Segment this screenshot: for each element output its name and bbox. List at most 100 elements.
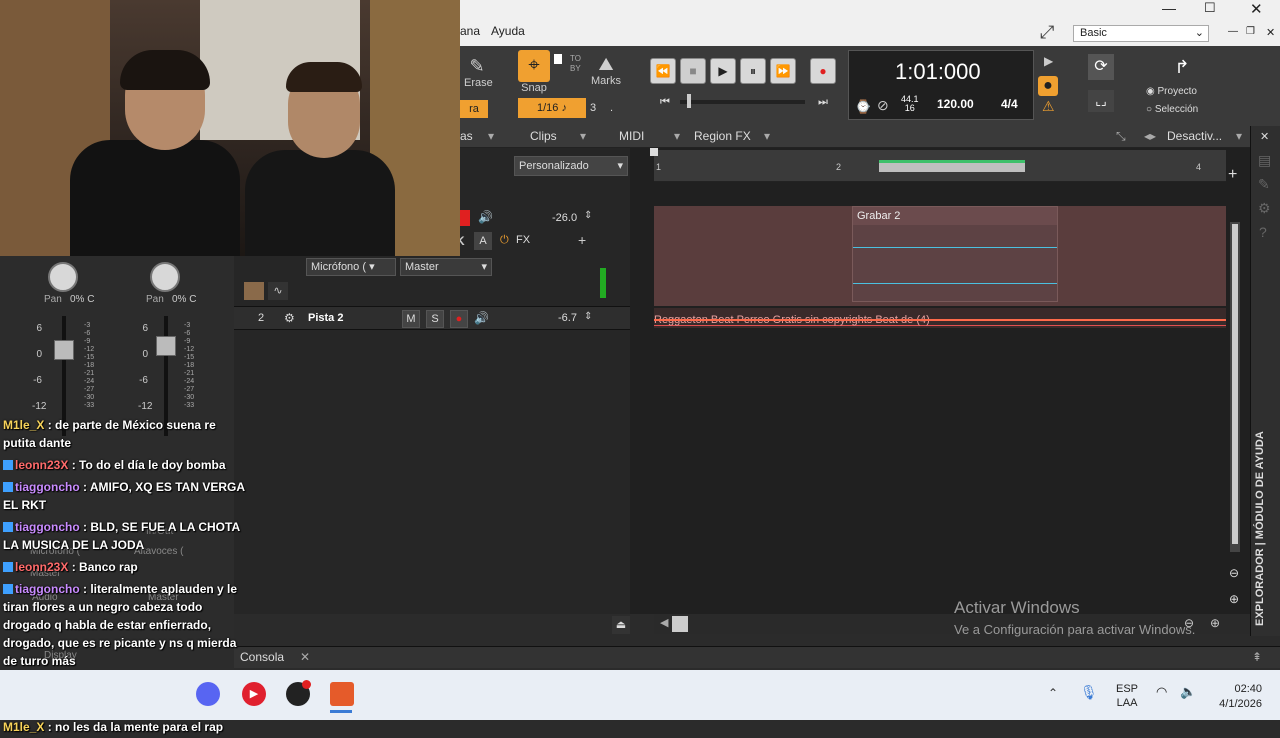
loop-select[interactable]: ra	[460, 100, 488, 118]
daw-app-icon[interactable]	[330, 682, 354, 706]
erase-tool[interactable]: ✎ Erase	[464, 56, 493, 89]
scrollbar-thumb[interactable]	[672, 616, 688, 632]
recording-clip[interactable]: Grabar 2	[852, 206, 1058, 302]
doc-restore-icon[interactable]: ❐	[1246, 26, 1255, 37]
settings-icon[interactable]: ⚙	[1258, 200, 1271, 217]
zoom-in-icon[interactable]: ⊕	[1210, 616, 1220, 630]
loop-region[interactable]	[879, 160, 1025, 172]
play-button[interactable]: ▶	[710, 58, 736, 84]
zoom-in-icon[interactable]: ⊕	[1229, 592, 1239, 606]
split-icon[interactable]: ◂▸	[1144, 129, 1156, 143]
snap-toggle[interactable]	[554, 54, 562, 64]
pan-knob[interactable]	[48, 262, 78, 292]
timeline-ruler[interactable]: 1 2 3 4	[650, 148, 1226, 182]
maximize-icon[interactable]: ☐	[1204, 0, 1216, 16]
snap-grid-icon[interactable]: ⤡	[1116, 129, 1126, 144]
power-icon[interactable]: ⏻	[500, 234, 509, 247]
rewind-button[interactable]: ⏪	[650, 58, 676, 84]
add-fx-icon[interactable]: +	[578, 232, 586, 248]
scroll-left-icon[interactable]: ◀	[660, 616, 668, 629]
minimize-icon[interactable]: —	[1162, 0, 1176, 16]
close-icon[interactable]: ✕	[300, 650, 310, 664]
browser-icon[interactable]: ▤	[1258, 152, 1271, 169]
doc-close-icon[interactable]: ✕	[1266, 26, 1275, 39]
scroll-up-icon[interactable]: ⏏	[612, 616, 630, 634]
metronome-icon[interactable]: ⚠	[1042, 98, 1055, 115]
export-icon[interactable]: ↱	[1160, 54, 1204, 80]
snap-value-select[interactable]: 1/16 ♪	[518, 98, 586, 118]
speaker-icon[interactable]: 🔊	[474, 311, 489, 325]
track2-name[interactable]: Pista 2	[308, 312, 343, 324]
marks-tool[interactable]: ⛰ Marks	[590, 54, 622, 87]
punch-icon[interactable]: ⌞⌟	[1088, 90, 1114, 112]
solo-button[interactable]: S	[426, 310, 444, 328]
tab-desactivar[interactable]: Desactiv...	[1167, 129, 1222, 143]
go-end-icon[interactable]: ⏭	[818, 96, 828, 109]
audio-clip[interactable]: Reggaeton Beat Perreo Gratis sin copyrig…	[654, 310, 1226, 326]
pause-button[interactable]: ⏸	[740, 58, 766, 84]
track-settings-icon[interactable]: ⚙	[284, 311, 295, 325]
track-row[interactable]: 2 ⚙ Pista 2 M S ● 🔊 -6.7 ⇕	[234, 306, 630, 330]
track1-output-select[interactable]: Master ▾	[400, 258, 492, 276]
scrollbar-thumb[interactable]	[1232, 224, 1238, 544]
clip-view-icon[interactable]	[244, 282, 264, 300]
microphone-icon[interactable]: 🎙	[1080, 684, 1098, 701]
automation-icon[interactable]: ∿	[268, 282, 288, 300]
volume-fader[interactable]	[54, 340, 74, 360]
expand-icon[interactable]: ⤢	[1040, 22, 1054, 43]
expand-up-icon[interactable]: ⇞	[1252, 650, 1262, 664]
volume-icon[interactable]: 🔈	[1180, 684, 1196, 700]
time-signature[interactable]: 4/4	[1001, 97, 1018, 111]
language-indicator[interactable]: ESP LAA	[1116, 682, 1138, 710]
youtube-music-icon[interactable]: ▶	[242, 682, 266, 706]
automation-read-button[interactable]: A	[474, 232, 492, 250]
menu-item-ayuda[interactable]: Ayuda	[491, 24, 525, 38]
fx-label[interactable]: FX	[516, 234, 530, 246]
track2-volume[interactable]: -6.7	[558, 312, 577, 324]
track1-volume[interactable]: -26.0	[552, 212, 577, 224]
loop-icon[interactable]: ⟳	[1088, 54, 1114, 80]
selection-radio[interactable]: ○ Selección	[1146, 104, 1198, 115]
close-icon[interactable]: ✕	[1260, 130, 1269, 143]
menu-item-ventana[interactable]: ana	[460, 24, 480, 38]
record-button[interactable]: ●	[810, 58, 836, 84]
position-slider[interactable]	[680, 100, 805, 104]
stop-button[interactable]: ■	[680, 58, 706, 84]
fast-forward-button[interactable]: ⏩	[770, 58, 796, 84]
volume-fader[interactable]	[156, 336, 176, 356]
speaker-icon[interactable]: 🔊	[478, 210, 493, 224]
project-radio[interactable]: ◉ Proyecto	[1146, 86, 1197, 97]
volume-stepper-icon[interactable]: ⇕	[584, 311, 592, 322]
clock[interactable]: 02:40 4/1/2026	[1206, 682, 1262, 712]
volume-stepper-icon[interactable]: ⇕	[584, 210, 592, 221]
tool-icon[interactable]: ✎	[1258, 176, 1270, 193]
play-small-icon[interactable]: ▶	[1044, 54, 1053, 68]
record-arm-icon[interactable]: ●	[450, 310, 468, 328]
snap-icon[interactable]: ⌖	[518, 50, 550, 82]
track2-lane[interactable]: Reggaeton Beat Perreo Gratis sin copyrig…	[654, 308, 1226, 328]
tab-pistas[interactable]: as	[460, 129, 473, 143]
zoom-out-icon[interactable]: ⊖	[1229, 566, 1239, 580]
workspace-select[interactable]: Basic ⌄	[1073, 25, 1209, 42]
close-icon[interactable]: ✕	[1250, 0, 1263, 18]
record-arm-icon[interactable]: ●	[1038, 76, 1058, 96]
tab-clips[interactable]: Clips	[530, 129, 557, 143]
add-track-icon[interactable]: +	[1228, 166, 1237, 184]
position-handle[interactable]	[687, 94, 691, 108]
preset-select[interactable]: Personalizado ▾	[514, 156, 628, 176]
pan-knob[interactable]	[150, 262, 180, 292]
mute-button[interactable]: M	[402, 310, 420, 328]
go-start-icon[interactable]: ⏮	[660, 96, 670, 109]
chevron-up-icon[interactable]: ⌃	[1048, 686, 1058, 700]
track1-input-select[interactable]: Micrófono ( ▾	[306, 258, 396, 276]
tab-midi[interactable]: MIDI	[619, 129, 644, 143]
doc-minimize-icon[interactable]: —	[1228, 26, 1238, 37]
playhead-marker[interactable]	[650, 148, 658, 156]
tempo-value[interactable]: 120.00	[937, 97, 974, 111]
side-panel-label[interactable]: EXPLORADOR | MÓDULO DE AYUDA	[1254, 431, 1266, 626]
metronome-small-icon[interactable]: ⌚	[855, 99, 871, 115]
discord-icon[interactable]	[196, 682, 220, 706]
vertical-scrollbar[interactable]	[1230, 222, 1240, 552]
help-icon[interactable]: ?	[1259, 224, 1267, 240]
tempo-lock-icon[interactable]: ⊘	[877, 97, 889, 114]
